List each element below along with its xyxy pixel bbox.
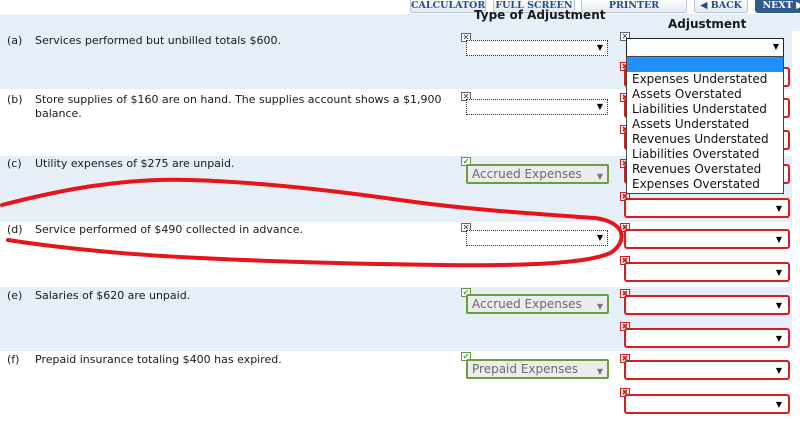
dropdown-option[interactable]: Liabilities Overstated [627,147,783,162]
row-letter: (b) [7,93,23,106]
adjustment-select-c2[interactable]: ▼ [624,198,790,218]
chevron-down-icon: ▼ [775,334,782,343]
chevron-down-icon: ▼ [775,366,782,375]
adjustment-select-d2[interactable]: ▼ [624,262,790,282]
dropdown-option[interactable]: Liabilities Understated [627,102,783,117]
row-question-text: Service performed of $490 collected in a… [35,223,303,236]
chevron-down-icon: ▼ [596,233,603,242]
selected-value: Prepaid Expenses [472,362,578,376]
type-select-a[interactable]: ▼ [466,40,608,56]
selected-value: Accrued Expenses [472,167,582,181]
selected-value: Accrued Expenses [472,297,582,311]
dropdown-option[interactable]: Assets Overstated [627,87,783,102]
chevron-down-icon: ▼ [775,235,782,244]
row-question-text: Services performed but unbilled totals $… [35,34,282,47]
chevron-down-icon: ▼ [775,301,782,310]
row-letter: (c) [7,157,22,170]
type-select-f[interactable]: Prepaid Expenses ▼ [466,359,609,379]
chevron-down-icon: ▼ [775,268,782,277]
row-letter: (a) [7,34,23,47]
chevron-down-icon: ▼ [596,43,603,52]
row-question-text: Store supplies of $160 are on hand. The … [35,93,442,120]
toolbar: CALCULATOR FULL SCREEN PRINTER VERSION ◀… [0,0,800,24]
chevron-down-icon: ▼ [772,42,779,51]
chevron-down-icon: ▼ [596,367,603,376]
chevron-down-icon: ▼ [775,204,782,213]
adjustment-select-f2[interactable]: ▼ [624,394,790,414]
dropdown-highlighted-blank-option[interactable] [627,57,783,72]
type-select-c[interactable]: Accrued Expenses ▼ [466,164,609,184]
type-select-d[interactable]: ▼ [466,230,608,246]
dropdown-option[interactable]: Expenses Understated [627,72,783,87]
row-question-text: Salaries of $620 are unpaid. [35,289,191,302]
adjustment-dropdown-list: Expenses Understated Assets Overstated L… [626,56,784,194]
dropdown-option[interactable]: Revenues Understated [627,132,783,147]
chevron-down-icon: ▼ [775,400,782,409]
row-question-text: Prepaid insurance totaling $400 has expi… [35,353,282,366]
next-button[interactable]: NEXT ▶ [755,0,800,13]
back-button[interactable]: ◀ BACK [694,0,748,13]
row-letter: (d) [7,223,23,236]
row-letter: (e) [7,289,23,302]
adjustment-select-f1[interactable]: ▼ [624,360,790,380]
dropdown-option[interactable]: Revenues Overstated [627,162,783,177]
dropdown-option[interactable]: Expenses Overstated [627,177,783,192]
dropdown-option[interactable]: Assets Understated [627,117,783,132]
chevron-down-icon: ▼ [596,172,603,181]
adjustment-select-e1[interactable]: ▼ [624,295,790,315]
row-question-text: Utility expenses of $275 are unpaid. [35,157,235,170]
row-letter: (f) [7,353,20,366]
chevron-down-icon: ▼ [596,102,603,111]
chevron-down-icon: ▼ [596,302,603,311]
adjustment-select-a1[interactable]: ▼ [626,38,784,57]
header-type-of-adjustment: Type of Adjustment [474,8,606,22]
header-adjustment: Adjustment [668,17,747,31]
type-select-e[interactable]: Accrued Expenses ▼ [466,294,609,314]
type-select-b[interactable]: ▼ [466,99,608,115]
adjustment-select-e2[interactable]: ▼ [624,328,790,348]
adjustment-select-d1[interactable]: ▼ [624,229,790,249]
